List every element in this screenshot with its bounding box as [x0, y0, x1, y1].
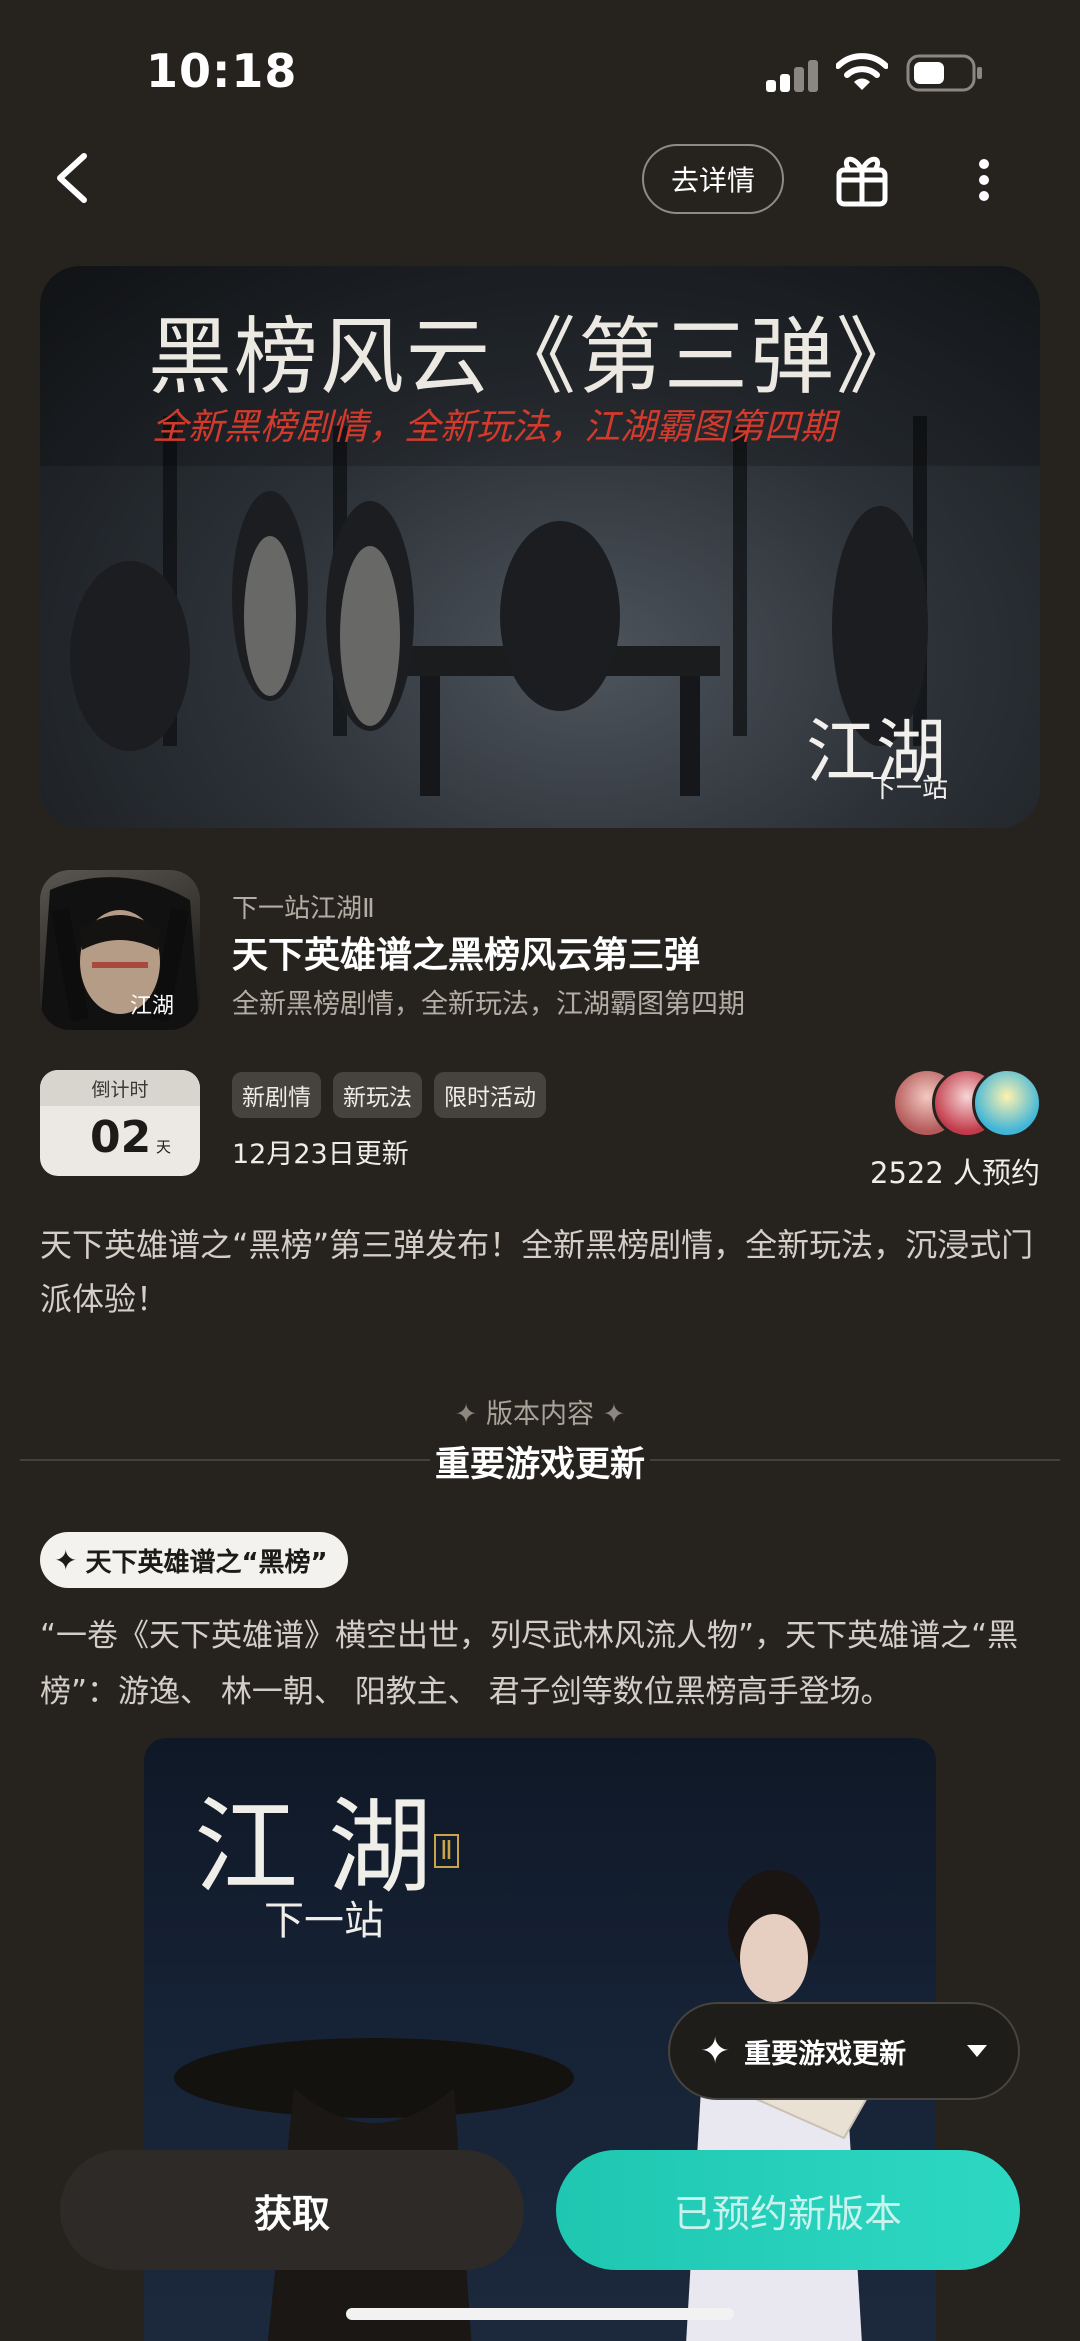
- section-title: 重要游戏更新: [434, 1445, 645, 1485]
- update-date: 12月23日更新: [232, 1139, 409, 1170]
- chevron-down-icon: [967, 2045, 987, 2057]
- poster-logo-badge: Ⅱ: [434, 1834, 459, 1868]
- sparkle-icon: ✦: [700, 2030, 731, 2072]
- banner-title: 黑榜风云《第三弹》: [148, 308, 923, 406]
- game-developer: 下一站江湖Ⅱ: [232, 894, 375, 924]
- feature-text: “一卷《天下英雄谱》横空出世，列尽武林风流人物”，天下英雄谱之“黑榜”：游逸、 …: [40, 1618, 1019, 1710]
- poster-game-logo-sub: 下一站: [264, 1898, 384, 1944]
- feature-pill-label: 天下英雄谱之“黑榜”: [85, 1547, 328, 1578]
- game-title: 天下英雄谱之黑榜风云第三弹: [232, 935, 701, 976]
- game-app-icon[interactable]: 江湖: [40, 870, 200, 1030]
- home-indicator[interactable]: [346, 2308, 734, 2320]
- banner-game-logo-sub: 下一站: [870, 774, 949, 804]
- sparkle-icon: ✦: [454, 1399, 478, 1430]
- sparkle-icon: ✦: [602, 1399, 626, 1430]
- countdown-label: 倒计时: [40, 1070, 200, 1106]
- section-label: ✦ 版本内容 ✦: [0, 1392, 1080, 1431]
- reserver-avatars: [892, 1068, 1042, 1138]
- game-icon-logo: 江湖: [130, 994, 175, 1019]
- tag-limited-event: 限时活动: [434, 1072, 546, 1118]
- sparkle-icon: ✦: [54, 1543, 78, 1577]
- section-label-text: 版本内容: [486, 1399, 594, 1430]
- battery-icon: [906, 54, 982, 92]
- event-intro-text: 天下英雄谱之“黑榜”第三弹发布！全新黑榜剧情，全新玩法，沉浸式门派体验！: [40, 1226, 1034, 1318]
- tag-new-gameplay: 新玩法: [333, 1072, 422, 1118]
- tag-new-story: 新剧情: [232, 1072, 321, 1118]
- banner-subtitle: 全新黑榜剧情，全新玩法，江湖霸图第四期: [152, 407, 837, 448]
- reservation-count: 2522 人预约: [870, 1156, 1041, 1190]
- game-description: 全新黑榜剧情，全新玩法，江湖霸图第四期: [232, 989, 745, 1020]
- get-button[interactable]: 获取: [60, 2150, 524, 2270]
- countdown-card: 倒计时 02 天: [40, 1070, 200, 1176]
- section-selector-label: 重要游戏更新: [744, 2038, 907, 2070]
- game-character-portrait: [40, 877, 200, 1030]
- wifi-icon: [836, 53, 888, 90]
- back-icon[interactable]: [50, 150, 94, 206]
- feature-pill: ✦ 天下英雄谱之“黑榜”: [40, 1532, 348, 1588]
- tag-list: 新剧情 新玩法 限时活动: [232, 1072, 546, 1118]
- cellular-signal-icon: [766, 60, 820, 92]
- avatar: [972, 1068, 1042, 1138]
- go-detail-button[interactable]: 去详情: [642, 144, 784, 214]
- status-time: 10:18: [146, 44, 298, 98]
- reserved-new-version-button[interactable]: 已预约新版本: [556, 2150, 1020, 2270]
- event-banner[interactable]: 黑榜风云《第三弹》 全新黑榜剧情，全新玩法，江湖霸图第四期 江湖 下一站: [40, 266, 1040, 828]
- countdown-value: 02: [90, 1112, 152, 1163]
- countdown-unit: 天: [156, 1138, 172, 1156]
- gift-icon[interactable]: [834, 150, 890, 208]
- section-selector-dropdown[interactable]: ✦ 重要游戏更新: [668, 2002, 1020, 2100]
- more-options-icon[interactable]: [976, 158, 992, 202]
